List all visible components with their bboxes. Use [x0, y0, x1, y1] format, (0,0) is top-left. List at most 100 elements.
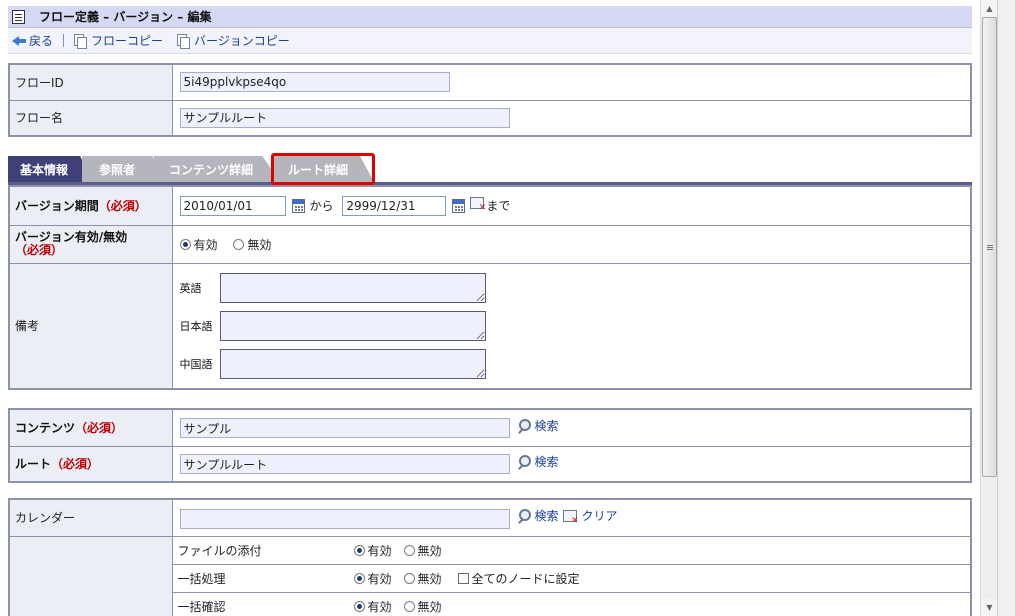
required-mark: （必須） [98, 199, 147, 214]
back-label: 戻る [29, 34, 54, 48]
radio-unselected [403, 601, 415, 612]
search-icon [517, 418, 531, 433]
radio-unselected [233, 238, 245, 250]
remark-japanese-label: 日本語 [179, 319, 213, 333]
radio-label: 有効 [367, 571, 392, 586]
content-search-link[interactable]: 検索 [510, 417, 559, 434]
document-icon [12, 9, 25, 24]
remark-japanese-row: 日本語 [180, 307, 971, 345]
calendar-icon[interactable] [452, 199, 466, 214]
bulk-confirm-row: 一括確認 有効 無効 [173, 593, 971, 616]
title-bar: フロー定義 – バージョン – 編集 [8, 6, 972, 28]
radio-selected [179, 238, 191, 250]
radio-selected [353, 601, 365, 612]
checkbox-label: 全てのノードに設定 [471, 571, 580, 586]
flow-id-field[interactable] [179, 72, 450, 93]
calendar-field[interactable] [179, 508, 510, 529]
remark-chinese-textarea[interactable] [219, 348, 486, 379]
radio-unselected [403, 544, 415, 556]
flow-name-field[interactable] [179, 107, 510, 128]
checkbox-box [457, 572, 469, 584]
version-period-text: バージョン期間 [15, 199, 99, 214]
bulk-confirm-disabled-radio[interactable]: 無効 [403, 598, 442, 615]
toolbar-separator [63, 34, 65, 47]
until-text: まで [486, 198, 511, 213]
back-arrow-icon [12, 35, 26, 46]
route-field[interactable] [179, 454, 510, 475]
copy-icon [74, 34, 88, 49]
tab-label: 参照者 [98, 162, 135, 177]
search-label: 検索 [534, 419, 559, 434]
tab-basic-info[interactable]: 基本情報 [8, 156, 92, 182]
version-enabled-radio[interactable]: 有効 [179, 236, 218, 253]
file-attach-label: ファイルの添付 [177, 543, 262, 558]
flow-name-label: フロー名 [8, 99, 173, 137]
back-link[interactable]: 戻る [12, 32, 53, 49]
radio-label: 有効 [367, 600, 392, 614]
content-label: コンテンツ（必須） [8, 408, 173, 447]
scroll-down-icon[interactable]: ▼ [981, 599, 998, 616]
version-period-cell: から まで [171, 185, 972, 226]
calendar-options-table: カレンダー 検索 クリア ファイルの添付 有効 無効 一括処理 有効 無効 全ての… [8, 498, 972, 616]
remark-japanese-textarea[interactable] [219, 310, 486, 341]
calendar-label: カレンダー [8, 498, 173, 537]
tab-referrers[interactable]: 参照者 [82, 156, 164, 182]
remark-chinese-row: 中国語 [180, 345, 971, 383]
remark-english-textarea[interactable] [219, 272, 486, 303]
tab-label: コンテンツ詳細 [168, 162, 253, 177]
start-date-field[interactable] [179, 195, 286, 216]
page-title: フロー定義 – バージョン – 編集 [39, 10, 212, 24]
calendar-icon[interactable] [291, 199, 305, 214]
bulk-process-disabled-radio[interactable]: 無効 [403, 570, 442, 587]
tab-content-details[interactable]: コンテンツ詳細 [154, 156, 280, 182]
content-label-text: コンテンツ [15, 421, 76, 436]
bulk-process-enabled-radio[interactable]: 有効 [353, 570, 392, 587]
end-date-field[interactable] [342, 195, 447, 216]
content-cell: 検索 [171, 408, 972, 447]
calendar-search-link[interactable]: 検索 [510, 507, 559, 524]
file-attach-disabled-radio[interactable]: 無効 [403, 542, 442, 559]
calendar-clear-link[interactable]: クリア [559, 507, 618, 526]
scrollbar-thumb[interactable] [982, 17, 997, 477]
clear-date-icon[interactable] [470, 196, 486, 213]
version-table: バージョン期間（必須） から まで バージョン有効/無効（必須） 有効 無効 備… [8, 185, 972, 390]
all-nodes-checkbox[interactable]: 全てのノードに設定 [457, 570, 580, 587]
version-copy-label: バージョンコピー [194, 34, 290, 48]
tab-highlight-box [271, 153, 375, 185]
remark-english-row: 英語 [180, 269, 971, 307]
route-search-link[interactable]: 検索 [510, 453, 559, 470]
calendar-cell: 検索 クリア [171, 498, 972, 537]
toolbar: 戻る フローコピー バージョンコピー [8, 28, 972, 54]
flow-copy-link[interactable]: フローコピー [74, 32, 163, 49]
radio-label: 有効 [193, 237, 218, 252]
remark-english-label: 英語 [179, 281, 202, 295]
route-cell: 検索 [171, 445, 972, 483]
scroll-up-icon[interactable]: ▲ [981, 0, 998, 17]
flow-id-label: フローID [8, 63, 173, 101]
route-label: ルート（必須） [8, 445, 173, 483]
clear-label: クリア [581, 509, 618, 523]
file-attach-row: ファイルの添付 有効 無効 [172, 537, 970, 565]
file-attach-enabled-radio[interactable]: 有効 [353, 542, 392, 559]
remarks-cell: 英語 日本語 中国語 [171, 262, 972, 390]
search-label: 検索 [534, 455, 559, 470]
flow-copy-label: フローコピー [91, 34, 164, 48]
required-mark: （必須） [75, 421, 124, 436]
tab-label: 基本情報 [19, 162, 68, 177]
flow-info-table: フローID フロー名 [8, 63, 972, 137]
vertical-scrollbar[interactable]: ▲ ▼ [980, 0, 998, 616]
search-icon [517, 508, 531, 523]
radio-label: 無効 [417, 571, 442, 586]
page: フロー定義 – バージョン – 編集 戻る フローコピー バージョンコピー フロ… [0, 0, 980, 616]
options-label-cell [8, 535, 173, 616]
grip-icon [987, 245, 993, 246]
radio-selected [353, 572, 365, 584]
version-copy-link[interactable]: バージョンコピー [177, 32, 290, 49]
content-field[interactable] [179, 418, 510, 439]
bulk-confirm-enabled-radio[interactable]: 有効 [353, 598, 392, 615]
radio-label: 無効 [417, 543, 442, 558]
radio-label: 無効 [247, 237, 272, 252]
version-enabled-text: バージョン有効/無効 [15, 230, 128, 244]
version-disabled-radio[interactable]: 無効 [233, 236, 271, 253]
required-mark: （必須） [15, 243, 64, 257]
